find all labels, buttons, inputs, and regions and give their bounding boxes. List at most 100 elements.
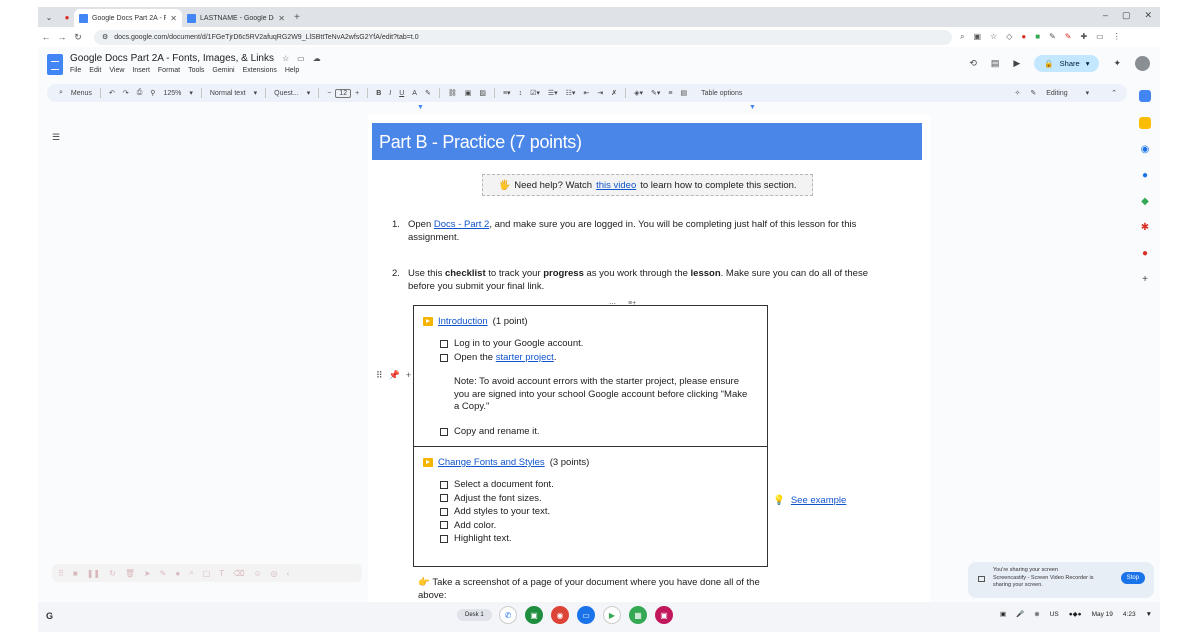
tab-lastname[interactable]: LASTNAME - Google Docs Part... ✕	[182, 9, 290, 27]
bookmark-star-icon[interactable]: ☆	[990, 32, 997, 42]
classroom-app-icon[interactable]: ▣	[525, 606, 543, 624]
checklist-icon[interactable]: ☑▾	[526, 89, 544, 97]
close-icon[interactable]: ✕	[170, 14, 177, 23]
menu-file[interactable]: File	[70, 67, 81, 74]
date-label[interactable]: May 19	[1092, 611, 1113, 618]
close-window-icon[interactable]: ✕	[1144, 10, 1152, 21]
shield-icon[interactable]: ◇	[1006, 32, 1012, 42]
url-input[interactable]: ⚙ docs.google.com/document/d/1FGeTjrD6c5…	[94, 29, 952, 45]
maps-icon[interactable]: ◆	[1141, 196, 1149, 207]
decrease-font-icon[interactable]: −	[323, 90, 335, 97]
bullet-list-icon[interactable]: ☰▾	[544, 89, 562, 97]
launcher-icon[interactable]: G	[46, 611, 53, 621]
highlight-icon[interactable]: ●	[175, 569, 180, 578]
text-icon[interactable]: T	[219, 569, 224, 578]
sheets-app-icon[interactable]: ▦	[629, 606, 647, 624]
increase-font-icon[interactable]: +	[351, 90, 363, 97]
calendar-icon[interactable]	[1139, 90, 1151, 102]
chevron-down-icon[interactable]: ▾	[1086, 59, 1090, 68]
see-example-link[interactable]: See example	[791, 495, 846, 506]
menu-tools[interactable]: Tools	[188, 67, 204, 74]
video-link[interactable]: this video	[596, 180, 636, 191]
extension-asterisk-icon[interactable]: ✱	[1141, 222, 1149, 233]
editing-mode-select[interactable]: Editing	[1046, 90, 1067, 97]
add-addon-icon[interactable]: +	[1142, 274, 1148, 285]
notification-icons[interactable]: ●◆●	[1069, 610, 1082, 618]
checkbox[interactable]	[440, 427, 448, 436]
chevron-up-icon[interactable]: ⌃	[1111, 89, 1117, 97]
wifi-icon[interactable]: ▼	[1146, 611, 1152, 618]
files-app-icon[interactable]: ▭	[577, 606, 595, 624]
pen-red-icon[interactable]: ✎	[1065, 32, 1072, 42]
border-width-icon[interactable]: ≡	[664, 90, 676, 97]
italic-icon[interactable]: I	[385, 90, 395, 97]
checkbox[interactable]	[440, 507, 448, 516]
cast-icon[interactable]: ▣	[973, 32, 981, 42]
stop-icon[interactable]: ■	[73, 569, 78, 578]
zoom-icon[interactable]: ⌕	[189, 568, 193, 578]
increase-indent-icon[interactable]: ⇥	[593, 89, 607, 97]
restore-icon[interactable]: ▢	[1122, 10, 1131, 21]
docs-logo-icon[interactable]	[47, 54, 63, 75]
minimize-icon[interactable]: –	[1103, 10, 1108, 21]
document-title[interactable]: Google Docs Part 2A - Fonts, Images, & L…	[70, 53, 274, 64]
forward-icon[interactable]: →	[54, 32, 70, 42]
delete-icon[interactable]: 🗑	[125, 569, 135, 578]
search-menus-icon[interactable]: ⌕	[55, 89, 67, 97]
menu-extensions[interactable]: Extensions	[243, 67, 277, 74]
tab-docs-part2a[interactable]: Google Docs Part 2A - Fonts, Im... ✕	[74, 9, 182, 27]
print-icon[interactable]: ⎙	[133, 89, 147, 97]
contacts-icon[interactable]: ●	[1142, 170, 1148, 181]
chevron-down-icon[interactable]: ▾	[1086, 89, 1090, 97]
play-store-icon[interactable]: ▶	[603, 606, 621, 624]
pause-icon[interactable]: ❚❚	[87, 569, 100, 578]
pen-icon[interactable]: ✎	[160, 569, 167, 578]
star-icon[interactable]: ☆	[282, 54, 289, 63]
rectangle-icon[interactable]: ▢	[203, 569, 211, 578]
reload-icon[interactable]: ↻	[70, 32, 86, 43]
underline-icon[interactable]: U	[395, 90, 408, 97]
extension-icon[interactable]: ●	[1021, 32, 1026, 42]
comments-icon[interactable]: ▤	[991, 58, 1000, 69]
table-cell-fonts-styles[interactable]: Change Fonts and Styles (3 points) Selec…	[414, 447, 767, 566]
align-icon[interactable]: ≡▾	[499, 89, 515, 97]
meet-icon[interactable]: ▶	[1013, 58, 1020, 69]
table-cell-introduction[interactable]: Introduction (1 point) Log in to your Go…	[414, 306, 767, 447]
menu-insert[interactable]: Insert	[132, 67, 150, 74]
phone-app-icon[interactable]: ✆	[499, 606, 517, 624]
time-label[interactable]: 4:23	[1123, 611, 1136, 618]
restart-icon[interactable]: ↻	[109, 569, 116, 578]
eraser-icon[interactable]: ⌫	[233, 569, 244, 578]
right-indent-marker-icon[interactable]: ▼	[749, 104, 756, 111]
close-icon[interactable]: ✕	[278, 14, 285, 23]
text-color-icon[interactable]: A	[408, 90, 421, 97]
site-info-icon[interactable]: ⚙	[102, 33, 108, 41]
back-icon[interactable]: ←	[38, 32, 54, 42]
add-row-icon[interactable]: +	[406, 370, 411, 381]
avatar[interactable]	[1135, 56, 1150, 71]
bold-icon[interactable]: B	[372, 90, 385, 97]
table-options-button[interactable]: Table options	[697, 90, 746, 97]
menu-format[interactable]: Format	[158, 67, 180, 74]
comment-icon[interactable]: ▣	[461, 89, 476, 97]
line-spacing-icon[interactable]: ↕	[515, 90, 527, 97]
pen-icon[interactable]: ✎	[1049, 32, 1056, 42]
numbered-list-icon[interactable]: ☷▾	[562, 89, 580, 97]
chevron-down-icon[interactable]: ▾	[185, 89, 197, 97]
emoji-icon[interactable]: ☺	[253, 569, 261, 578]
starter-project-link[interactable]: starter project	[496, 352, 554, 363]
ruler[interactable]: ▼ ▼	[38, 104, 1128, 114]
menu-help[interactable]: Help	[285, 67, 299, 74]
introduction-link[interactable]: Introduction	[438, 316, 488, 327]
version-history-icon[interactable]: ⟲	[969, 58, 977, 69]
tab-search-icon[interactable]: ⌄	[42, 10, 56, 24]
cursor-icon[interactable]: ➤	[144, 569, 151, 578]
chevron-left-icon[interactable]: ‹	[287, 569, 290, 578]
checklist-table[interactable]: ⋯ ≡+ ⠿ 📌 + Introduction (1 point) Log in…	[376, 300, 768, 567]
menu-gemini[interactable]: Gemini	[212, 67, 234, 74]
gemini-icon[interactable]: ✦	[1113, 58, 1121, 69]
highlight-icon[interactable]: ✎	[421, 89, 435, 97]
left-indent-marker-icon[interactable]: ▼	[417, 104, 424, 111]
decrease-indent-icon[interactable]: ⇤	[579, 89, 593, 97]
webcam-icon[interactable]: ◎	[271, 569, 278, 578]
